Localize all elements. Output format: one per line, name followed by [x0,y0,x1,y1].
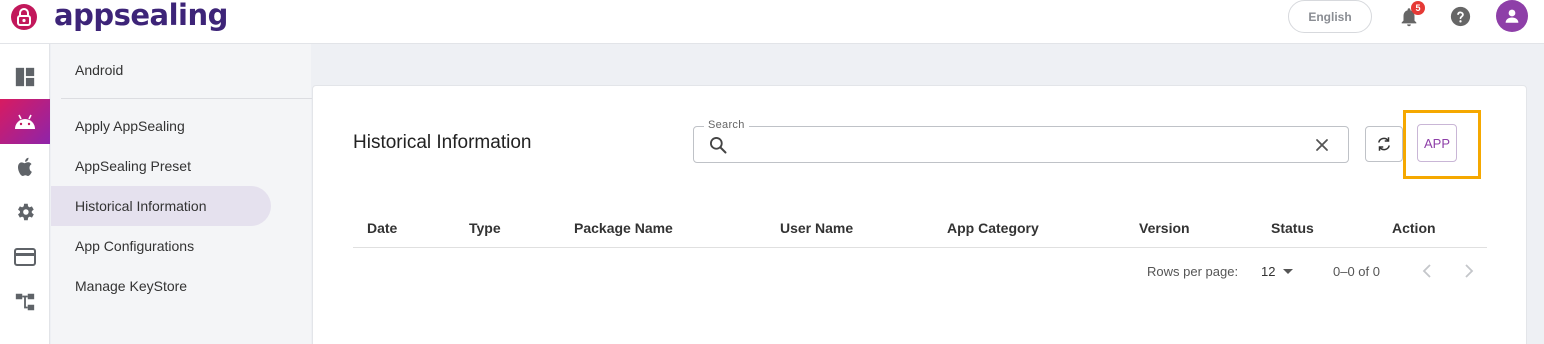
page-title: Historical Information [353,132,532,153]
brand-name[interactable]: appsealing [54,0,228,32]
billing-card-icon [14,247,36,266]
subnav-item-apply-appsealing[interactable]: Apply AppSealing [51,106,271,146]
hierarchy-icon [15,293,35,310]
rail-item-ios[interactable] [0,144,50,189]
subnav-item-historical-information[interactable]: Historical Information [51,186,271,226]
subnav-item-appsealing-preset[interactable]: AppSealing Preset [51,146,271,186]
rail-item-settings[interactable] [0,189,50,234]
user-avatar[interactable] [1496,0,1528,32]
rail-item-hierarchy[interactable] [0,279,50,324]
column-header-action[interactable]: Action [1392,220,1436,236]
refresh-icon [1378,137,1390,151]
android-subnav: Android Apply AppSealing AppSealing Pres… [51,44,315,344]
main-card: Historical Information Search APP Date T… [312,85,1527,344]
subnav-title: Android [75,62,124,78]
search-label: Search [704,119,749,131]
column-header-user-name[interactable]: User Name [780,220,853,236]
help-icon[interactable] [1450,6,1471,27]
pagination-range: 0–0 of 0 [1333,264,1380,279]
rail-item-android[interactable] [0,99,50,144]
column-header-version[interactable]: Version [1139,220,1190,236]
apple-icon [18,157,32,176]
rows-per-page-select[interactable]: 12 [1261,264,1275,279]
appsealing-logo-icon[interactable] [10,3,38,31]
language-button[interactable]: English [1288,0,1372,33]
chevron-right-icon[interactable] [1459,262,1477,280]
top-bar: appsealing English 5 [0,0,1544,44]
refresh-button[interactable] [1365,126,1403,162]
android-icon [15,114,35,129]
subnav-item-app-configurations[interactable]: App Configurations [51,226,271,266]
settings-icon [18,203,34,220]
column-header-app-category[interactable]: App Category [947,220,1039,236]
divider [61,98,315,99]
chevron-left-icon[interactable] [1419,262,1437,280]
search-icon [710,137,727,154]
rail-item-billing[interactable] [0,234,50,279]
notification-badge: 5 [1411,1,1425,15]
subnav-item-manage-keystore[interactable]: Manage KeyStore [51,266,271,306]
table-pagination: Rows per page: 12 0–0 of 0 [353,258,1487,286]
table-header: Date Type Package Name User Name App Cat… [353,214,1487,248]
dashboard-icon [15,67,35,86]
icon-rail [0,44,50,344]
search-field[interactable]: Search [693,119,1349,163]
caret-down-icon[interactable] [1283,269,1293,274]
close-icon[interactable] [1314,137,1330,153]
column-header-status[interactable]: Status [1271,220,1314,236]
column-header-date[interactable]: Date [367,220,397,236]
user-icon [1505,9,1519,23]
search-input[interactable] [738,133,1298,157]
column-header-type[interactable]: Type [469,220,501,236]
app-button[interactable]: APP [1417,124,1457,162]
rows-per-page-label: Rows per page: [1147,264,1239,279]
column-header-package-name[interactable]: Package Name [574,220,673,236]
rail-item-dashboard[interactable] [0,54,50,99]
